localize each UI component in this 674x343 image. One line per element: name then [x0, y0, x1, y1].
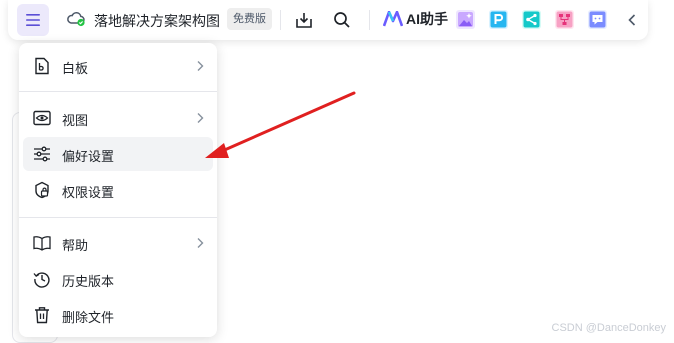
download-button[interactable]	[293, 9, 315, 31]
sliders-icon	[33, 145, 51, 163]
menu-item-whiteboard[interactable]: 白板	[23, 49, 213, 83]
menu-divider	[19, 217, 217, 218]
lock-icon	[33, 181, 51, 199]
plan-badge: 免费版	[227, 8, 272, 30]
search-button[interactable]	[331, 9, 353, 31]
chevron-left-icon	[628, 14, 636, 26]
toolbar-divider	[369, 10, 370, 30]
cloud-saved-icon	[67, 12, 85, 27]
menu-item-label: 白板	[62, 61, 89, 76]
trash-icon	[33, 306, 51, 324]
watermark: CSDN @DanceDonkey	[551, 322, 667, 334]
menu-item-help[interactable]: 帮助	[23, 226, 213, 260]
menu-item-label: 删除文件	[62, 310, 115, 325]
download-icon	[296, 13, 312, 28]
document-title[interactable]: 落地解决方案架构图	[94, 11, 220, 31]
ai-assistant-button[interactable]: AI助手	[383, 9, 448, 29]
chevron-right-icon	[197, 61, 204, 71]
book-icon	[33, 234, 51, 252]
menu-item-label: 视图	[62, 113, 89, 128]
menu-item-view[interactable]: 视图	[23, 101, 213, 135]
hamburger-icon	[26, 14, 40, 26]
menu-divider	[19, 91, 217, 92]
share-app[interactable]	[522, 10, 541, 29]
menu-item-label: 历史版本	[62, 274, 115, 289]
eye-icon	[33, 109, 51, 127]
chat-app[interactable]	[588, 10, 607, 29]
ai-assistant-label: AI助手	[406, 11, 448, 27]
collapse-toolbar-button[interactable]	[621, 9, 643, 31]
menu-item-preferences[interactable]: 偏好设置	[23, 137, 213, 171]
whiteboard-icon	[33, 57, 51, 75]
chevron-right-icon	[197, 113, 204, 123]
menu-item-label: 帮助	[62, 238, 89, 253]
menu-item-delete[interactable]: 删除文件	[23, 298, 213, 332]
toolbar-divider	[280, 10, 281, 30]
chevron-right-icon	[197, 238, 204, 248]
menu-button[interactable]	[17, 4, 49, 36]
image-ai-app[interactable]	[456, 10, 475, 29]
ai-logo-icon	[383, 11, 403, 27]
mindmap-app-icon	[556, 11, 573, 28]
search-icon	[334, 12, 350, 28]
history-icon	[33, 270, 51, 288]
menu-item-permissions[interactable]: 权限设置	[23, 173, 213, 207]
chat-app-icon	[589, 11, 606, 28]
menu-item-history[interactable]: 历史版本	[23, 262, 213, 296]
p-app-icon	[490, 11, 507, 28]
p-app[interactable]	[489, 10, 508, 29]
image-ai-icon	[458, 12, 473, 27]
menu-item-label: 偏好设置	[62, 149, 115, 164]
share-app-icon	[523, 11, 540, 28]
mindmap-app[interactable]	[555, 10, 574, 29]
main-menu-dropdown: 白板 视图 偏好设置 权限设置 帮助 历史版本 删除文件	[19, 43, 217, 337]
top-toolbar: 落地解决方案架构图 免费版 AI助手	[8, 0, 648, 40]
menu-item-label: 权限设置	[62, 185, 115, 200]
